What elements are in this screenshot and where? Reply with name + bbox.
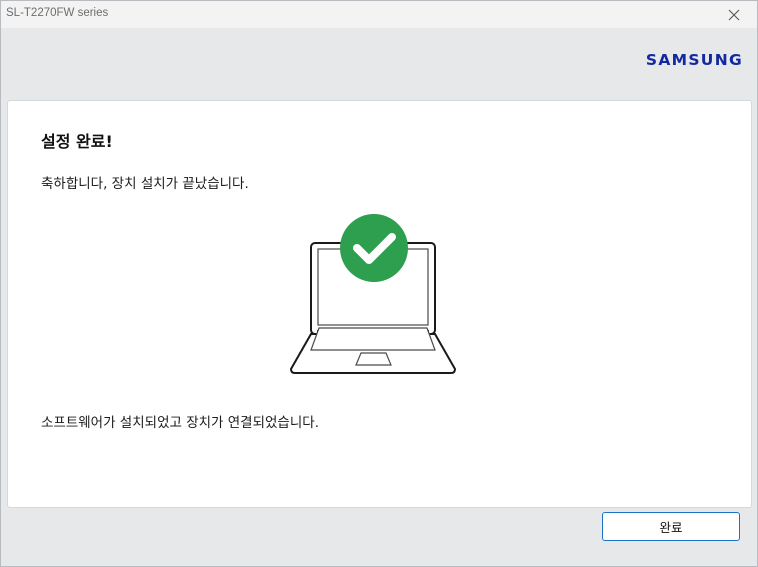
content-panel: 설정 완료! 축하합니다, 장치 설치가 끝났습니다. 소프트웨어가 설치되었고… xyxy=(7,100,752,508)
laptop-icon xyxy=(289,214,457,374)
title-bar: SL-T2270FW series xyxy=(1,1,757,28)
congrats-text: 축하합니다, 장치 설치가 끝났습니다. xyxy=(41,176,249,192)
finish-button[interactable]: 완료 xyxy=(602,512,740,541)
close-button[interactable] xyxy=(711,1,757,28)
samsung-logo: SAMSUNG xyxy=(645,51,743,69)
page-title: 설정 완료! xyxy=(41,132,113,151)
checkmark-icon xyxy=(340,214,408,282)
header-banner: SAMSUNG xyxy=(1,28,757,99)
close-icon xyxy=(728,9,740,20)
installer-window: SL-T2270FW series SAMSUNG 설정 완료! 축하합니다, … xyxy=(0,0,758,567)
window-title: SL-T2270FW series xyxy=(6,7,109,19)
status-message: 소프트웨어가 설치되었고 장치가 연결되었습니다. xyxy=(41,415,319,431)
